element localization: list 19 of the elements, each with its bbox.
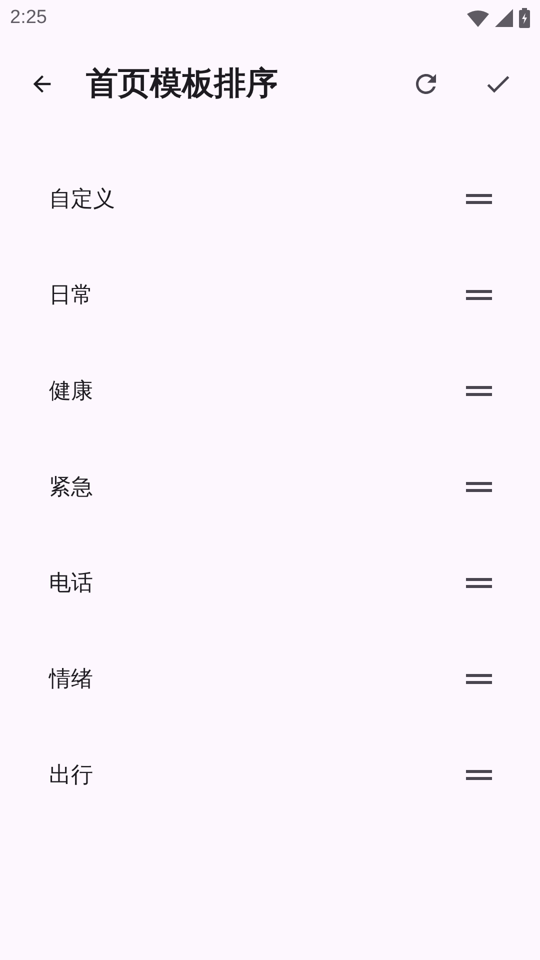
template-label: 紧急 (49, 474, 93, 502)
drag-handle-icon[interactable] (466, 672, 492, 686)
template-label: 健康 (49, 378, 93, 406)
drag-handle-icon[interactable] (466, 288, 492, 302)
status-time: 2:25 (10, 7, 47, 29)
template-label: 日常 (49, 282, 93, 310)
wifi-icon (467, 10, 489, 26)
template-label: 出行 (49, 762, 93, 790)
signal-icon (495, 9, 513, 27)
template-label: 自定义 (49, 186, 115, 214)
drag-handle-icon[interactable] (466, 384, 492, 398)
drag-handle-icon[interactable] (466, 480, 492, 494)
template-label: 情绪 (49, 666, 93, 694)
page-title: 首页模板排序 (86, 63, 279, 104)
drag-handle-icon[interactable] (466, 768, 492, 782)
drag-handle-icon[interactable] (466, 192, 492, 206)
template-label: 电话 (49, 570, 93, 598)
drag-handle-icon[interactable] (466, 576, 492, 590)
battery-icon (519, 8, 530, 28)
